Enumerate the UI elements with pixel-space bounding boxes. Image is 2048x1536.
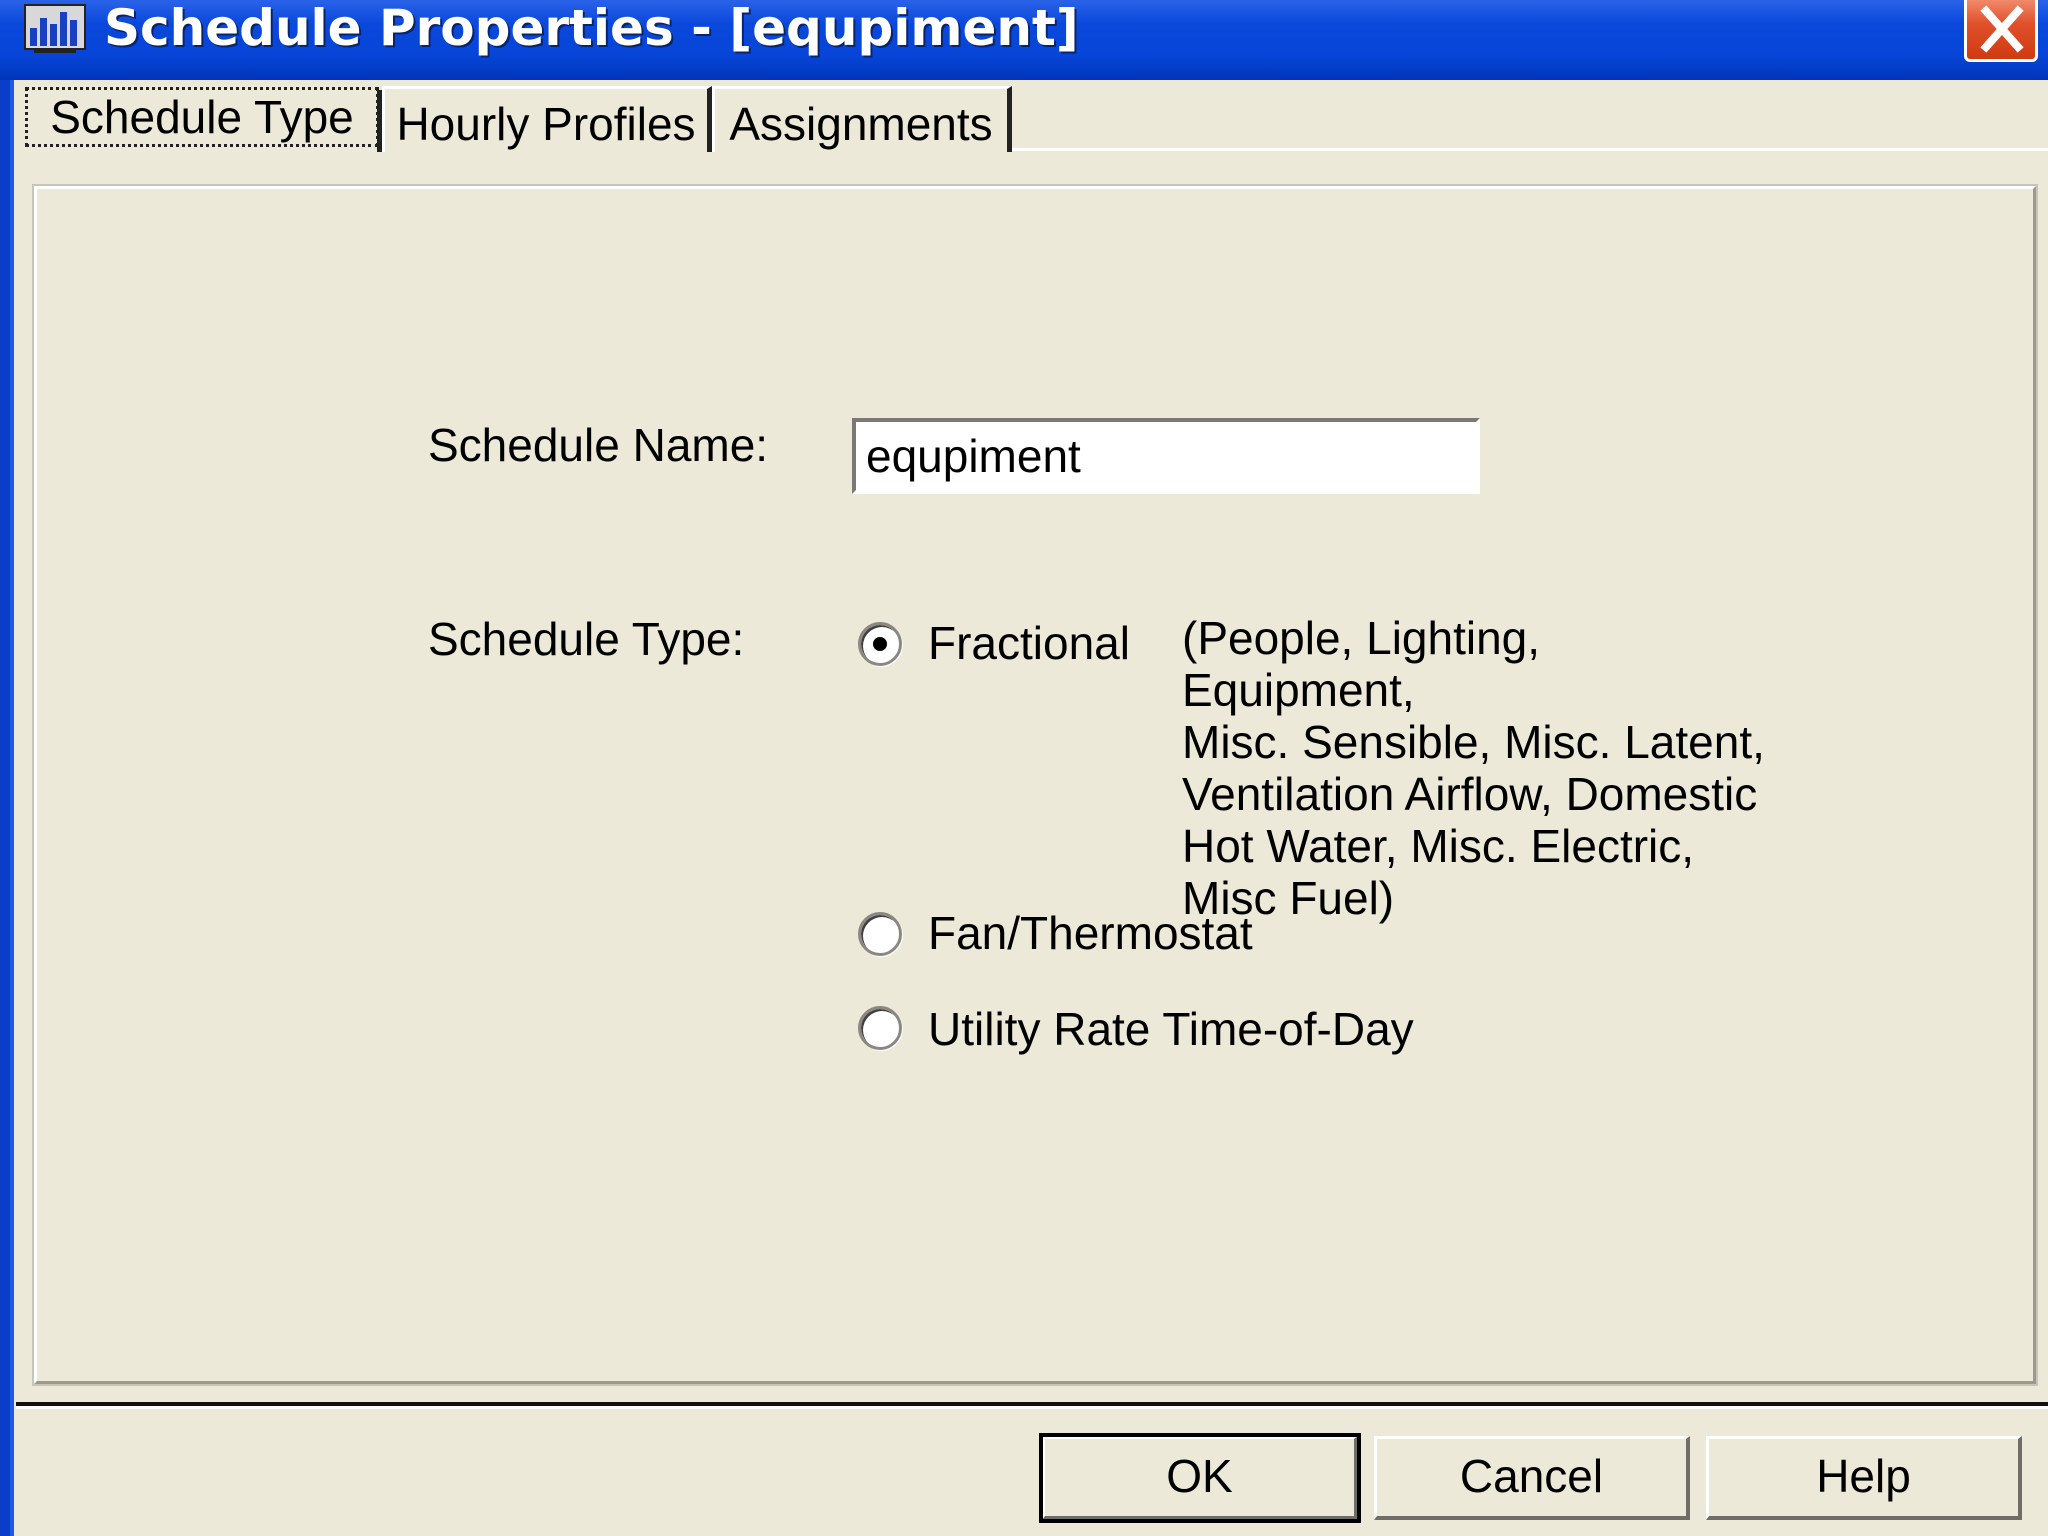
help-button[interactable]: Help — [1706, 1436, 2022, 1520]
button-bar-separator — [16, 1402, 2048, 1409]
fractional-description: (People, Lighting, Equipment, Misc. Sens… — [1182, 612, 1765, 924]
radio-fractional[interactable] — [858, 622, 902, 666]
window-title: Schedule Properties - [equpiment] — [104, 0, 1079, 57]
fractional-option-label[interactable]: Fractional — [928, 616, 1130, 670]
bar-chart-app-icon — [24, 4, 86, 53]
tab-strip-edge — [1012, 148, 2048, 151]
tab-label: Schedule Type — [25, 87, 379, 147]
tab-hourly-profiles[interactable]: Hourly Profiles — [382, 86, 712, 152]
radio-selected-dot — [873, 637, 887, 651]
ok-button[interactable]: OK — [1039, 1433, 1361, 1523]
fan-thermostat-option-label[interactable]: Fan/Thermostat — [928, 906, 1253, 960]
cancel-button[interactable]: Cancel — [1374, 1436, 1690, 1520]
tab-label: Hourly Profiles — [396, 98, 696, 150]
title-bar[interactable]: Schedule Properties - [equpiment] — [0, 0, 2048, 80]
tab-assignments[interactable]: Assignments — [712, 86, 1012, 152]
schedule-type-label: Schedule Type: — [428, 613, 745, 665]
schedule-name-label: Schedule Name: — [428, 419, 769, 471]
schedule-name-input[interactable] — [852, 418, 1480, 494]
radio-utility-rate[interactable] — [858, 1006, 902, 1050]
window-frame — [0, 0, 14, 1536]
tab-schedule-type[interactable]: Schedule Type — [22, 86, 382, 152]
radio-fan-thermostat[interactable] — [858, 912, 902, 956]
close-x-icon — [1980, 5, 2024, 53]
tab-label: Assignments — [729, 98, 993, 150]
close-button[interactable] — [1964, 0, 2038, 62]
utility-rate-option-label[interactable]: Utility Rate Time-of-Day — [928, 1002, 1414, 1056]
